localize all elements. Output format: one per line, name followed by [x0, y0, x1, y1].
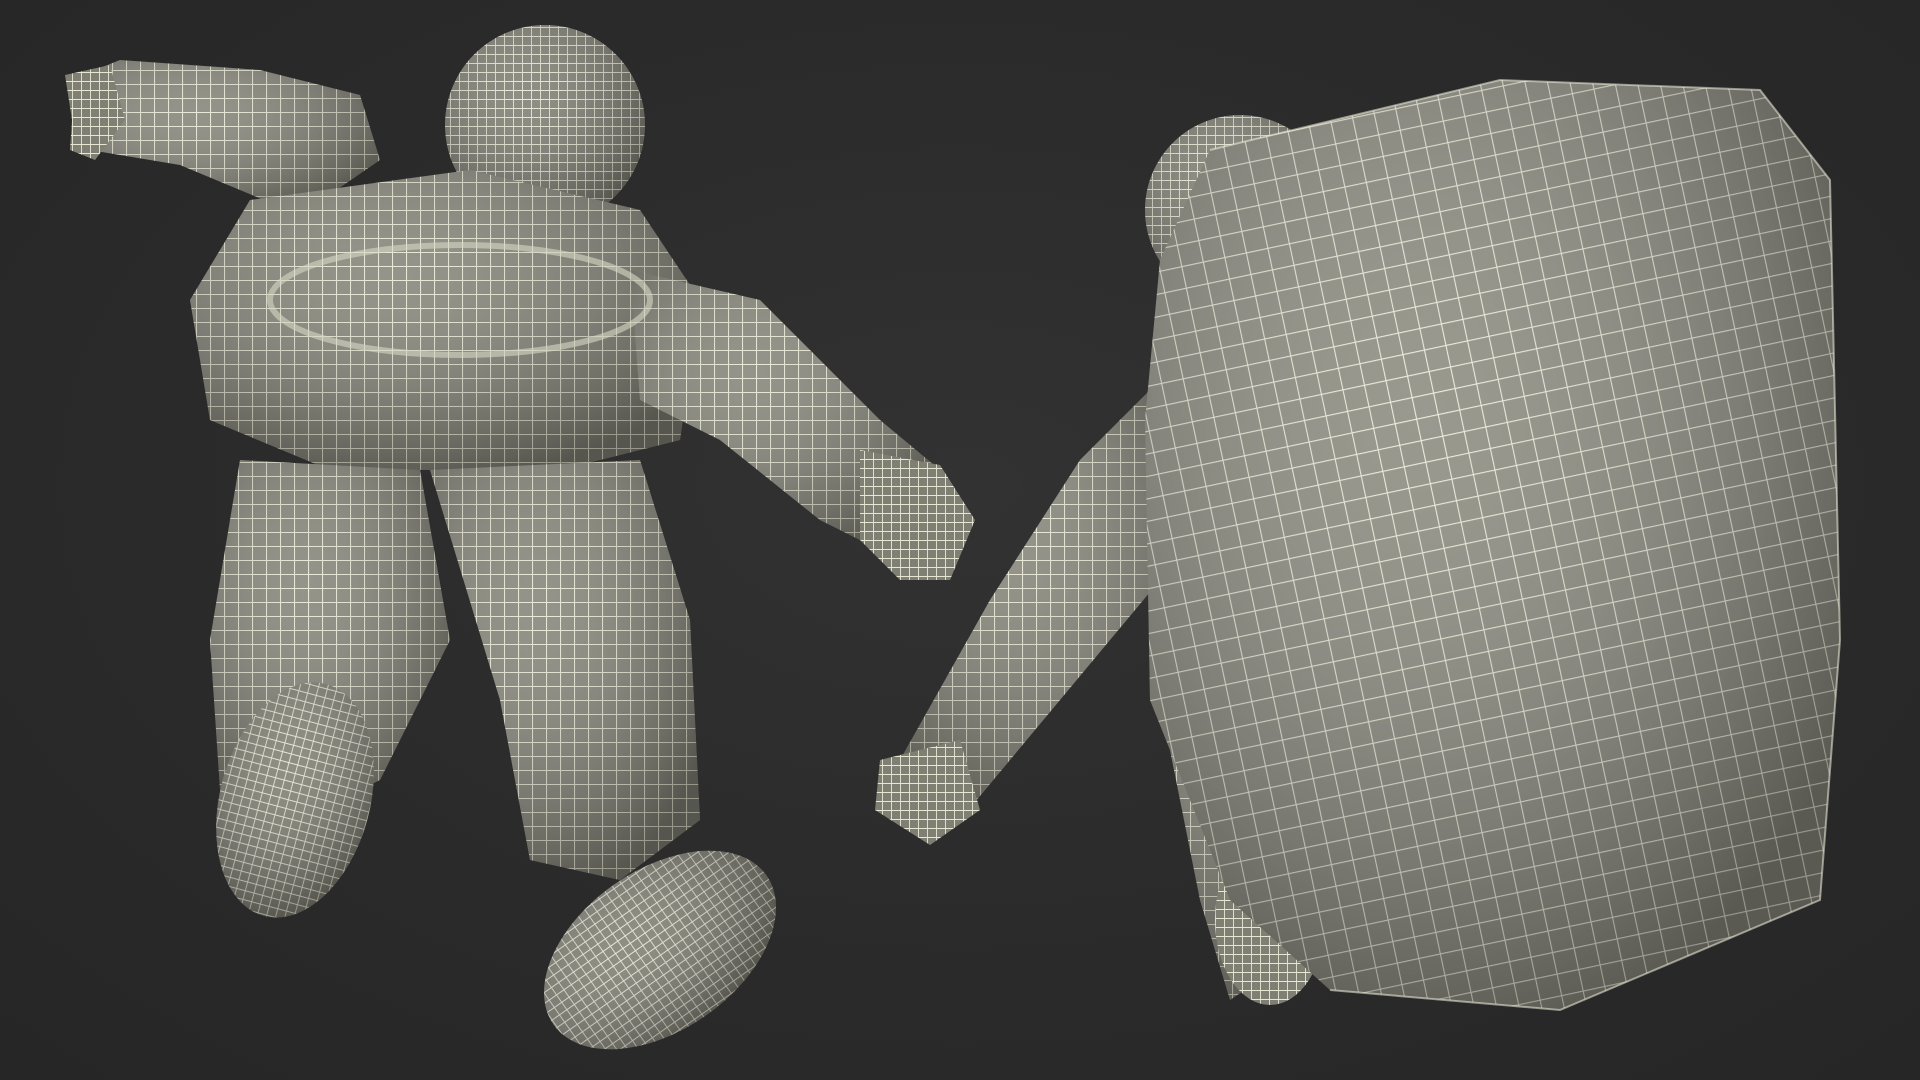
render-viewport	[0, 0, 1920, 1080]
astronaut-back-view	[875, 78, 1842, 1012]
render-canvas	[65, 25, 1842, 1050]
astronaut-front-view	[65, 25, 975, 1050]
